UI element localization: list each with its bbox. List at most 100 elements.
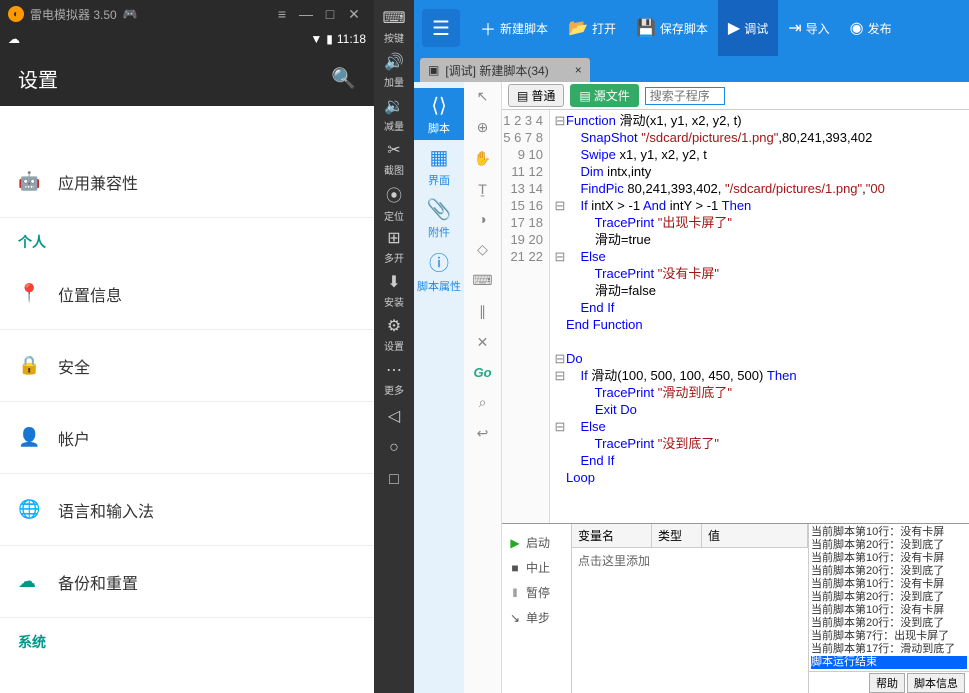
text-icon[interactable]: Ṯ [478,181,487,197]
color-icon[interactable]: ◑ [478,211,486,227]
script-tab[interactable]: ▣ [调试] 新建脚本(34) × [420,58,590,82]
line-gutter: 1 2 3 4 5 6 7 8 9 10 11 12 13 14 15 16 1… [502,110,550,523]
script-info-button[interactable]: 脚本信息 [907,673,965,693]
section-system: 系统 [0,618,374,658]
volup-icon: 🔊 [384,52,404,72]
debug-stop-button[interactable]: ■中止 [506,555,567,580]
search-icon[interactable]: 🔍 [331,66,356,91]
file-icon: ▣ [428,63,439,77]
layout-icon: ▦ [430,145,449,170]
import-button[interactable]: ⇥导入 [778,0,839,56]
emulator-logo-icon: ◐ [8,6,24,22]
add-variable-hint[interactable]: 点击这里添加 [572,548,808,693]
nav-script[interactable]: ⟨⟩脚本 [414,88,464,140]
lock-icon: 🔒 [18,355,58,376]
nav-recent[interactable]: □ [374,464,414,496]
line-icon[interactable]: ∥ [479,303,486,320]
cross-icon[interactable]: ✕ [477,334,489,351]
tool-keys[interactable]: ⌨按键 [374,4,414,48]
debug-pause-button[interactable]: ‖暂停 [506,580,567,605]
publish-button[interactable]: ◉发布 [840,0,902,56]
row-label: 应用兼容性 [58,170,138,194]
debug-panel: ▶启动 ■中止 ‖暂停 ↘单步 变量名 类型 值 点击这里添加 当前脚本第10行… [502,523,969,693]
plus-icon: ＋ [480,16,496,40]
back-icon: ◁ [388,406,400,426]
settings-list: 🤖 应用兼容性 个人 📍 位置信息 🔒 安全 👤 帐户 🌐 语言和输入法 ☁ 备… [0,106,374,693]
tool-multi[interactable]: ⊞多开 [374,224,414,268]
folder-icon: 📂 [568,18,588,38]
view-source-button[interactable]: ▤ 源文件 [570,84,638,107]
col-type: 类型 [652,524,702,547]
nav-back[interactable]: ◁ [374,400,414,432]
settings-row-language[interactable]: 🌐 语言和输入法 [0,474,374,546]
scissors-icon: ✂ [387,140,400,160]
tab-label: [调试] 新建脚本(34) [445,62,548,79]
ide-panel: ☰ ＋新建脚本 📂打开 💾保存脚本 ▶调试 ⇥导入 ◉发布 ▣ [调试] 新建脚… [414,0,969,693]
globe-icon: 🌐 [18,499,58,520]
nav-attach[interactable]: 📎附件 [414,192,464,244]
view-normal-button[interactable]: ▤ 普通 [508,84,564,107]
close-button[interactable]: ✕ [342,6,366,23]
menu-icon[interactable]: ≡ [270,6,294,22]
nav-props[interactable]: ⓘ脚本属性 [414,244,464,296]
key-icon[interactable]: ⌨ [472,272,492,289]
tool-install[interactable]: ⬇安装 [374,268,414,312]
pause-icon: ‖ [508,586,522,600]
code-icon: ⟨⟩ [431,93,447,118]
search-subroutine-input[interactable] [645,87,725,105]
status-time: 11:18 [337,32,366,46]
code-area[interactable]: ⊟Function 滑动(x1, y1, x2, y2, t) SnapShot… [550,110,969,523]
code-editor[interactable]: 1 2 3 4 5 6 7 8 9 10 11 12 13 14 15 16 1… [502,110,969,523]
gamepad-icon: 🎮 [123,7,138,21]
go-icon[interactable]: Go [473,365,491,380]
emulator-panel: ◐ 雷电模拟器 3.50 🎮 ≡ — □ ✕ ☁ ▼ ▮ 11:18 设置 🔍 … [0,0,374,693]
wrap-icon[interactable]: ↩ [477,425,489,442]
home-icon: ○ [389,439,399,457]
settings-row-backup[interactable]: ☁ 备份和重置 [0,546,374,618]
debug-step-button[interactable]: ↘单步 [506,605,567,630]
debug-button[interactable]: ▶调试 [718,0,778,56]
menu-button[interactable]: ☰ [422,9,460,47]
tool-more[interactable]: ⋯更多 [374,356,414,400]
debug-start-button[interactable]: ▶启动 [506,530,567,555]
tool-locate[interactable]: ⦿定位 [374,180,414,224]
editor-icon-column: ↖ ⊕ ✋ Ṯ ◑ ◇ ⌨ ∥ ✕ Go ⌕ ↩ [464,82,502,693]
tool-voldown[interactable]: 🔉减量 [374,92,414,136]
tool-settings[interactable]: ⚙设置 [374,312,414,356]
nav-home[interactable]: ○ [374,432,414,464]
close-tab-icon[interactable]: × [575,63,582,77]
new-script-button[interactable]: ＋新建脚本 [470,0,558,56]
help-button[interactable]: 帮助 [869,673,905,693]
find-icon[interactable]: ⌕ [479,394,487,411]
settings-row-compat[interactable]: 🤖 应用兼容性 [0,146,374,218]
clip-icon: 📎 [427,197,452,222]
tool-screenshot[interactable]: ✂截图 [374,136,414,180]
editor-subtoolbar: ▤ 普通 ▤ 源文件 [502,82,969,110]
open-button[interactable]: 📂打开 [558,0,626,56]
pointer-icon[interactable]: ↖ [477,88,489,105]
nav-ui[interactable]: ▦界面 [414,140,464,192]
account-icon: 👤 [18,427,58,448]
minimize-button[interactable]: — [294,6,318,22]
settings-row-location[interactable]: 📍 位置信息 [0,258,374,330]
settings-row-account[interactable]: 👤 帐户 [0,402,374,474]
more-icon: ⋯ [386,360,402,380]
tool-volup[interactable]: 🔊加量 [374,48,414,92]
gear-icon: ⚙ [387,316,401,336]
pin-icon: ⦿ [386,182,402,206]
maximize-button[interactable]: □ [318,6,342,22]
android-icon: 🤖 [18,171,58,192]
save-button[interactable]: 💾保存脚本 [626,0,718,56]
info-icon: ⓘ [429,247,449,276]
emulator-titlebar: ◐ 雷电模拟器 3.50 🎮 ≡ — □ ✕ [0,0,374,28]
voldown-icon: 🔉 [384,96,404,116]
target-icon[interactable]: ⊕ [477,119,489,136]
hand-icon[interactable]: ✋ [474,150,491,167]
settings-row[interactable] [0,106,374,146]
emulator-title: 雷电模拟器 3.50 [30,6,117,23]
settings-row-security[interactable]: 🔒 安全 [0,330,374,402]
col-varname: 变量名 [572,524,652,547]
shape-icon[interactable]: ◇ [477,241,488,258]
settings-title: 设置 [18,64,58,93]
battery-icon: ▮ [326,32,333,46]
